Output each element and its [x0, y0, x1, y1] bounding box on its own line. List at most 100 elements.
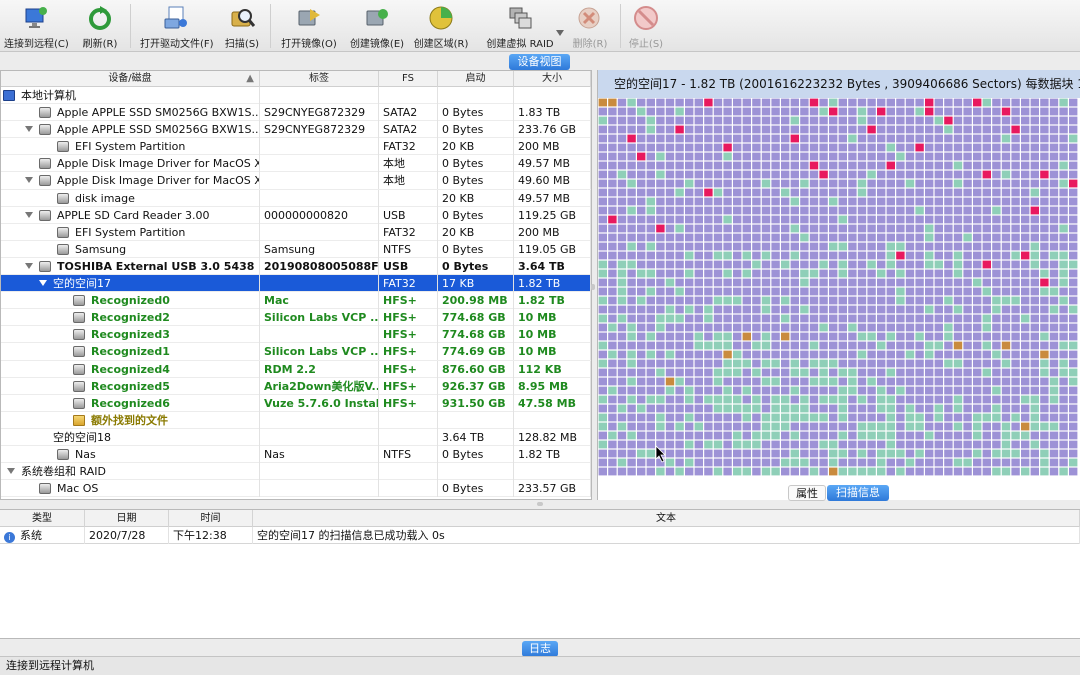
expand-toggle-icon[interactable] [25, 211, 33, 218]
tree-row[interactable]: Samsung Samsung NTFS 0 Bytes 119.05 GB [1, 240, 591, 258]
chevron-down-icon[interactable] [556, 30, 564, 36]
create-virtual-raid-button[interactable]: 创建虚拟 RAID [480, 2, 560, 50]
sector-block [771, 332, 780, 341]
tree-row[interactable]: Apple APPLE SSD SM0256G BXW1S... S29CNYEG… [1, 121, 591, 139]
sector-block [771, 350, 780, 359]
log-column-time[interactable]: 时间 [169, 510, 253, 527]
tab-scan-info[interactable]: 扫描信息 [827, 485, 889, 501]
log-column-type[interactable]: 类型 [0, 510, 85, 527]
sector-block [992, 440, 1001, 449]
sector-block [685, 296, 694, 305]
sector-block [704, 242, 713, 251]
expand-toggle-icon[interactable] [39, 280, 47, 287]
tree-row[interactable]: 空的空间18 3.64 TB 128.82 MB [1, 428, 591, 446]
expand-toggle-icon[interactable] [7, 468, 15, 475]
create-virtual-raid-label: 创建虚拟 RAID [486, 39, 554, 50]
sector-block [685, 116, 694, 125]
splitter-handle[interactable] [591, 284, 595, 290]
tree-row[interactable]: 额外找到的文件 [1, 411, 591, 429]
sector-block [809, 269, 819, 278]
sector-block [646, 467, 655, 476]
refresh-button[interactable]: 刷新(R) [80, 2, 120, 50]
tree-cell-device: 系统卷组和 RAID [1, 463, 260, 481]
tree-row[interactable]: Recognized6Vuze 5.7.6.0 InstallerHFS+931… [1, 394, 591, 412]
sector-block [809, 341, 819, 350]
sector-block [896, 458, 905, 467]
column-header-label[interactable]: 标签 [260, 71, 379, 87]
sector-block [1021, 197, 1030, 206]
sector-block [617, 368, 627, 377]
create-image-button[interactable]: 创建镜像(E) [348, 2, 406, 50]
tree-row[interactable]: disk image 20 KB 49.57 MB [1, 189, 591, 207]
log-row[interactable]: i 系统 2020/7/28 下午12:38 空的空间17 的扫描信息已成功载入 … [0, 527, 1080, 544]
tab-properties[interactable]: 属性 [788, 485, 826, 501]
sector-block [848, 323, 857, 332]
device-view-tab[interactable]: 设备视图 [509, 54, 570, 70]
expand-toggle-icon[interactable] [25, 262, 33, 269]
column-header-device[interactable]: 设备/磁盘 ▲ [1, 71, 260, 87]
sector-block [665, 413, 675, 422]
splitter-handle[interactable] [537, 502, 543, 506]
tree-row[interactable]: Recognized2 Silicon Labs VCP ... HFS+ 774.6… [1, 309, 591, 327]
sector-block [752, 251, 761, 260]
log-tab[interactable]: 日志 [522, 641, 558, 657]
open-image-button[interactable]: 打开镜像(O) [280, 2, 338, 50]
sector-block [953, 323, 963, 332]
tree-row[interactable]: Recognized4 RDM 2.2 HFS+ 876.60 GB 112 KB [1, 360, 591, 378]
tree-row[interactable]: EFI System Partition FAT32 20 KB 200 MB [1, 223, 591, 241]
tree-row[interactable]: TOSHIBA External USB 3.0 5438 20190808005… [1, 257, 591, 276]
expand-toggle-icon[interactable] [25, 126, 33, 133]
tree-cell-start: 0 Bytes [438, 121, 514, 139]
create-region-button[interactable]: 创建区域(R) [412, 2, 470, 50]
sector-block [771, 242, 780, 251]
sector-block [1069, 116, 1078, 125]
tree-row[interactable]: 系统卷组和 RAID [1, 463, 591, 481]
connect-remote-button[interactable]: 连接到远程(C) [4, 2, 69, 50]
sector-block [761, 458, 771, 467]
sector-block [723, 242, 732, 251]
tree-row[interactable]: Apple Disk Image Driver for MacOS X ... 本… [1, 172, 591, 190]
log-column-date[interactable]: 日期 [85, 510, 169, 527]
tree-row[interactable]: Recognized0 Mac HFS+ 200.98 MB 1.82 TB [1, 292, 591, 310]
tree-row[interactable]: Mac OS 0 Bytes 233.57 GB [1, 480, 591, 498]
sector-block [1040, 98, 1049, 107]
delete-button[interactable]: 删除(R) [568, 2, 612, 50]
sector-block [781, 368, 790, 377]
scan-button[interactable]: 扫描(S) [222, 2, 262, 50]
tree-row[interactable]: EFI System Partition FAT32 20 KB 200 MB [1, 138, 591, 156]
sector-block [685, 314, 694, 323]
sector-block [617, 287, 627, 296]
sector-block [877, 134, 886, 143]
sector-block [694, 224, 703, 233]
sector-block [733, 332, 742, 341]
tree-row[interactable]: 空的空间17 FAT32 17 KB 1.82 TB [1, 275, 591, 293]
sector-block [925, 359, 934, 368]
sector-block [627, 260, 636, 269]
column-header-fs[interactable]: FS [379, 71, 438, 87]
sector-block [944, 224, 953, 233]
tree-row[interactable]: Apple APPLE SSD SM0256G BXW1S... S29CNYEG… [1, 104, 591, 122]
stop-button[interactable]: 停止(S) [626, 2, 666, 50]
column-header-start[interactable]: 启动 [438, 71, 514, 87]
sector-block [742, 170, 751, 179]
sector-block [646, 188, 655, 197]
tree-row[interactable]: Recognized5 Aria2Down美化版V... HFS+ 926.37 GB… [1, 377, 591, 395]
sector-block [1030, 458, 1039, 467]
sector-block [656, 404, 665, 413]
tree-row[interactable]: Apple Disk Image Driver for MacOS X ... 本… [1, 155, 591, 173]
tree-row[interactable]: Recognized3 HFS+ 774.68 GB 10 MB [1, 326, 591, 344]
sector-map-grid[interactable] [598, 98, 1080, 477]
sector-block [963, 395, 972, 404]
sector-block [838, 449, 847, 458]
log-column-text[interactable]: 文本 [253, 510, 1080, 527]
disk-icon [73, 346, 85, 358]
expand-toggle-icon[interactable] [25, 177, 33, 184]
tree-row[interactable]: Recognized1 Silicon Labs VCP ... HFS+ 774.6… [1, 343, 591, 361]
sector-block [627, 143, 636, 152]
open-drive-file-button[interactable]: 打开驱动文件(F) [140, 2, 214, 50]
log-date: 2020/7/28 [85, 527, 169, 544]
column-header-size[interactable]: 大小 [514, 71, 591, 87]
tree-row[interactable]: APPLE SD Card Reader 3.00 000000000820 USB… [1, 206, 591, 224]
tree-row[interactable]: Nas Nas NTFS 0 Bytes 1.82 TB [1, 445, 591, 464]
tree-row[interactable]: 本地计算机 [1, 87, 591, 105]
